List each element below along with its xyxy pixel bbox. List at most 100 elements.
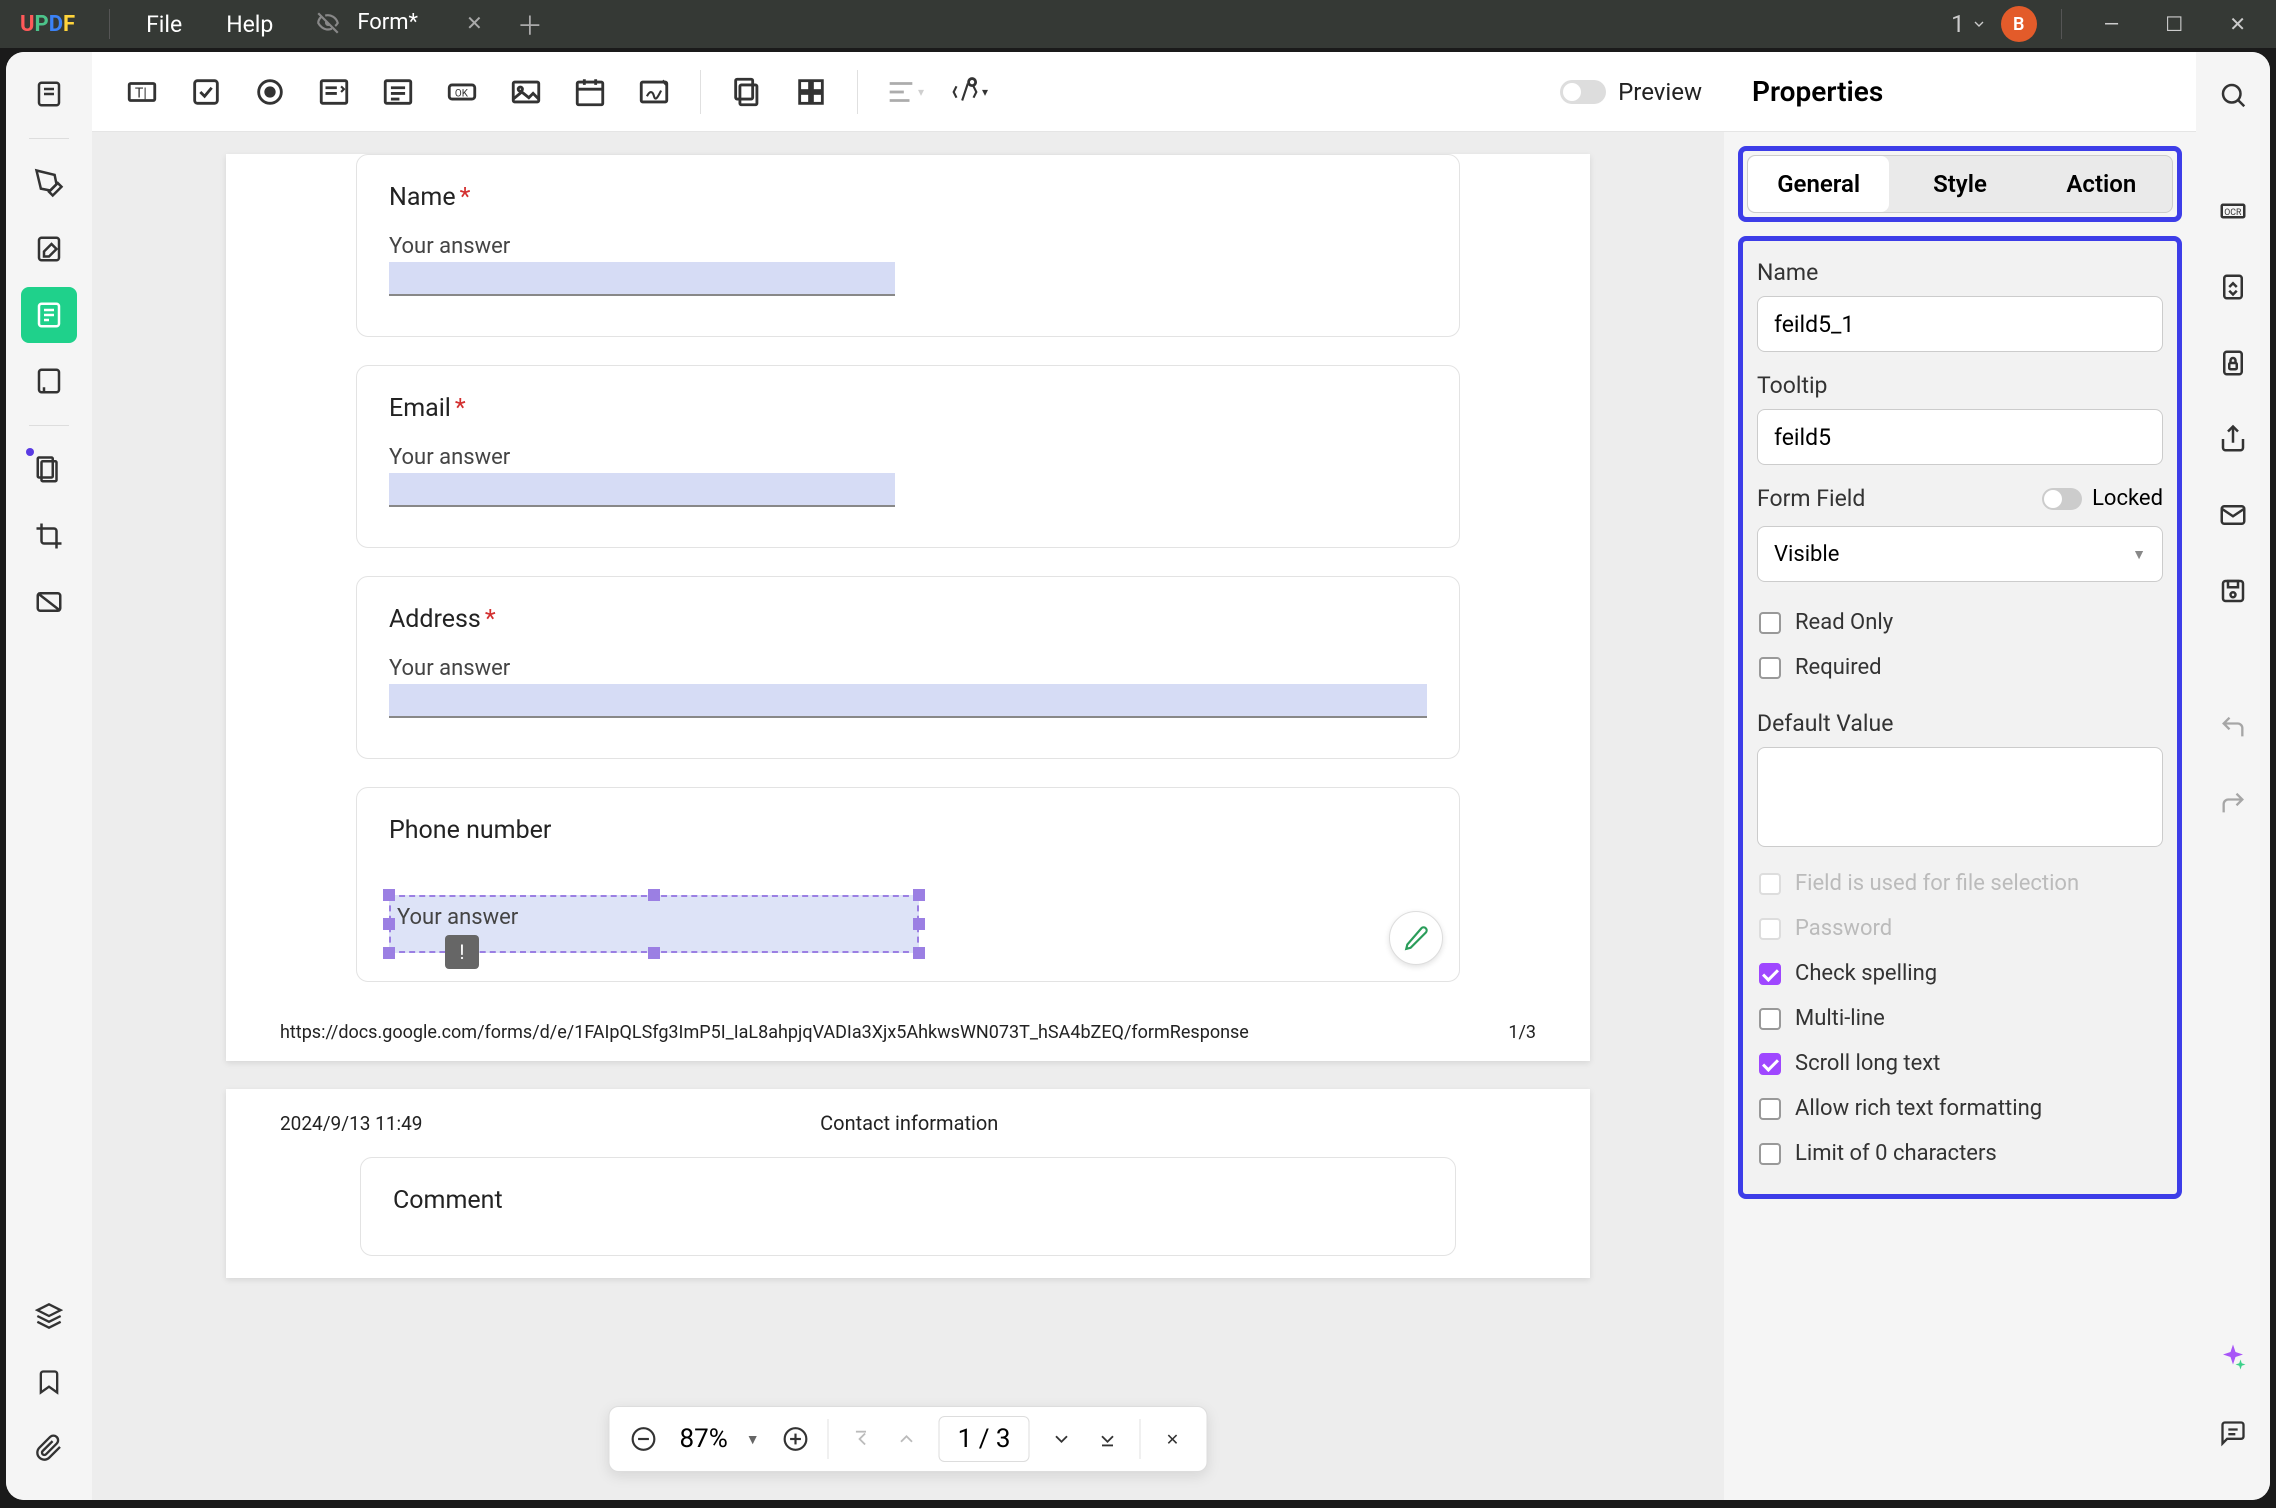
tab-action[interactable]: Action — [2031, 156, 2172, 212]
chevron-down-icon — [1971, 16, 1987, 32]
name-field[interactable]: Your answer — [389, 262, 895, 296]
tab-title: Form* — [357, 10, 418, 35]
ai-icon[interactable] — [2210, 1334, 2256, 1380]
comment-indicator[interactable]: ! — [445, 935, 479, 969]
rich-text-checkbox[interactable]: Allow rich text formatting — [1757, 1086, 2163, 1131]
address-label: Address — [389, 605, 481, 634]
document-page-2: 2024/9/13 11:49 Contact information Comm… — [226, 1089, 1590, 1278]
zoom-level[interactable]: 87%▼ — [670, 1424, 770, 1454]
form-card-comment: Comment — [360, 1157, 1456, 1256]
eye-off-icon — [315, 10, 341, 36]
required-indicator: * — [460, 183, 471, 212]
limit-chars-checkbox[interactable]: Limit of 0 characters — [1757, 1131, 2163, 1176]
right-rail: OCR — [2196, 52, 2270, 1500]
tab-style[interactable]: Style — [1889, 156, 2030, 212]
rail-annotate[interactable] — [21, 155, 77, 211]
zoom-bar: 87%▼ 1 / 3 ✕ — [609, 1406, 1208, 1472]
tools-menu[interactable]: ▾ — [940, 64, 996, 120]
zoom-in-button[interactable] — [776, 1419, 816, 1459]
properties-panel: Properties General Style Action Name Too… — [1724, 52, 2196, 1500]
password-checkbox: Password — [1757, 906, 2163, 951]
tab-close-icon[interactable]: ✕ — [458, 7, 491, 39]
document-page: Name* Your answer Email* Your answer Add… — [226, 154, 1590, 1061]
svg-text:OK: OK — [455, 88, 469, 99]
document-canvas: T| OK ▾ ▾ Preview Name* You — [92, 52, 1724, 1500]
share-icon[interactable] — [2210, 416, 2256, 462]
rail-active-indicator — [26, 448, 34, 456]
rail-crop[interactable] — [21, 508, 77, 564]
multi-line-checkbox[interactable]: Multi-line — [1757, 996, 2163, 1041]
rail-edit[interactable] — [21, 221, 77, 277]
radio-tool[interactable] — [242, 64, 298, 120]
page-number: 1/3 — [1508, 1022, 1536, 1043]
text-field-tool[interactable]: T| — [114, 64, 170, 120]
close-zoom-bar[interactable]: ✕ — [1153, 1419, 1193, 1459]
rail-bookmark[interactable] — [21, 1354, 77, 1410]
zoom-out-button[interactable] — [624, 1419, 664, 1459]
form-card-email: Email* Your answer — [356, 365, 1460, 548]
dropdown-tool[interactable] — [306, 64, 362, 120]
form-toolbar: T| OK ▾ ▾ Preview — [92, 52, 1724, 132]
close-window-button[interactable]: ✕ — [2211, 0, 2264, 48]
button-tool[interactable]: OK — [434, 64, 490, 120]
rail-page-view[interactable] — [21, 66, 77, 122]
name-label: Name — [389, 183, 456, 212]
section-title: Contact information — [422, 1111, 1396, 1135]
rail-layers[interactable] — [21, 1288, 77, 1344]
default-value-input[interactable] — [1757, 747, 2163, 847]
locked-label: Locked — [2092, 486, 2163, 511]
name-input[interactable] — [1757, 296, 2163, 352]
add-tab-button[interactable]: ＋ — [501, 6, 559, 43]
properties-general-highlight: Name Tooltip Form Field Locked Visible▼ … — [1738, 236, 2182, 1199]
search-icon[interactable] — [2210, 72, 2256, 118]
rail-redact[interactable] — [21, 574, 77, 630]
feedback-icon[interactable] — [2210, 1410, 2256, 1456]
menu-help[interactable]: Help — [204, 11, 295, 38]
locked-toggle[interactable] — [2042, 488, 2082, 510]
first-page-button[interactable] — [841, 1419, 881, 1459]
image-tool[interactable] — [498, 64, 554, 120]
address-field[interactable]: Your answer — [389, 684, 1427, 718]
rail-organize[interactable] — [21, 353, 77, 409]
align-tool[interactable]: ▾ — [876, 64, 932, 120]
save-icon[interactable] — [2210, 568, 2256, 614]
scroll-long-checkbox[interactable]: Scroll long text — [1757, 1041, 2163, 1086]
visibility-select[interactable]: Visible▼ — [1757, 526, 2163, 582]
maximize-button[interactable]: ☐ — [2147, 0, 2201, 48]
next-page-button[interactable] — [1042, 1419, 1082, 1459]
last-page-button[interactable] — [1088, 1419, 1128, 1459]
form-card-name: Name* Your answer — [356, 154, 1460, 337]
rail-form[interactable] — [21, 287, 77, 343]
read-only-checkbox[interactable]: Read Only — [1757, 600, 2163, 645]
redo-icon[interactable] — [2210, 780, 2256, 826]
tooltip-input[interactable] — [1757, 409, 2163, 465]
grid-tool[interactable] — [783, 64, 839, 120]
user-avatar[interactable]: B — [2001, 6, 2037, 42]
email-field[interactable]: Your answer — [389, 473, 895, 507]
preview-toggle[interactable] — [1560, 80, 1606, 104]
email-icon[interactable] — [2210, 492, 2256, 538]
rail-attachment[interactable] — [21, 1420, 77, 1476]
ocr-icon[interactable]: OCR — [2210, 188, 2256, 234]
document-tab[interactable]: Form* ✕ — [295, 0, 500, 48]
required-checkbox[interactable]: Required — [1757, 645, 2163, 690]
check-spelling-checkbox[interactable]: Check spelling — [1757, 951, 2163, 996]
file-selection-checkbox: Field is used for file selection — [1757, 861, 2163, 906]
window-count[interactable]: 1 — [1947, 10, 1991, 38]
protect-icon[interactable] — [2210, 340, 2256, 386]
tab-general[interactable]: General — [1748, 156, 1889, 212]
undo-icon[interactable] — [2210, 704, 2256, 750]
page-indicator-input[interactable]: 1 / 3 — [939, 1416, 1030, 1462]
listbox-tool[interactable] — [370, 64, 426, 120]
convert-icon[interactable] — [2210, 264, 2256, 310]
timestamp: 2024/9/13 11:49 — [280, 1112, 422, 1135]
edit-fab[interactable] — [1389, 911, 1443, 965]
checkbox-tool[interactable] — [178, 64, 234, 120]
date-tool[interactable] — [562, 64, 618, 120]
form-card-phone: Phone number Your answer ! — [356, 787, 1460, 982]
signature-tool[interactable] — [626, 64, 682, 120]
prev-page-button[interactable] — [887, 1419, 927, 1459]
minimize-button[interactable]: — — [2086, 0, 2138, 48]
duplicate-tool[interactable] — [719, 64, 775, 120]
menu-file[interactable]: File — [124, 11, 204, 38]
